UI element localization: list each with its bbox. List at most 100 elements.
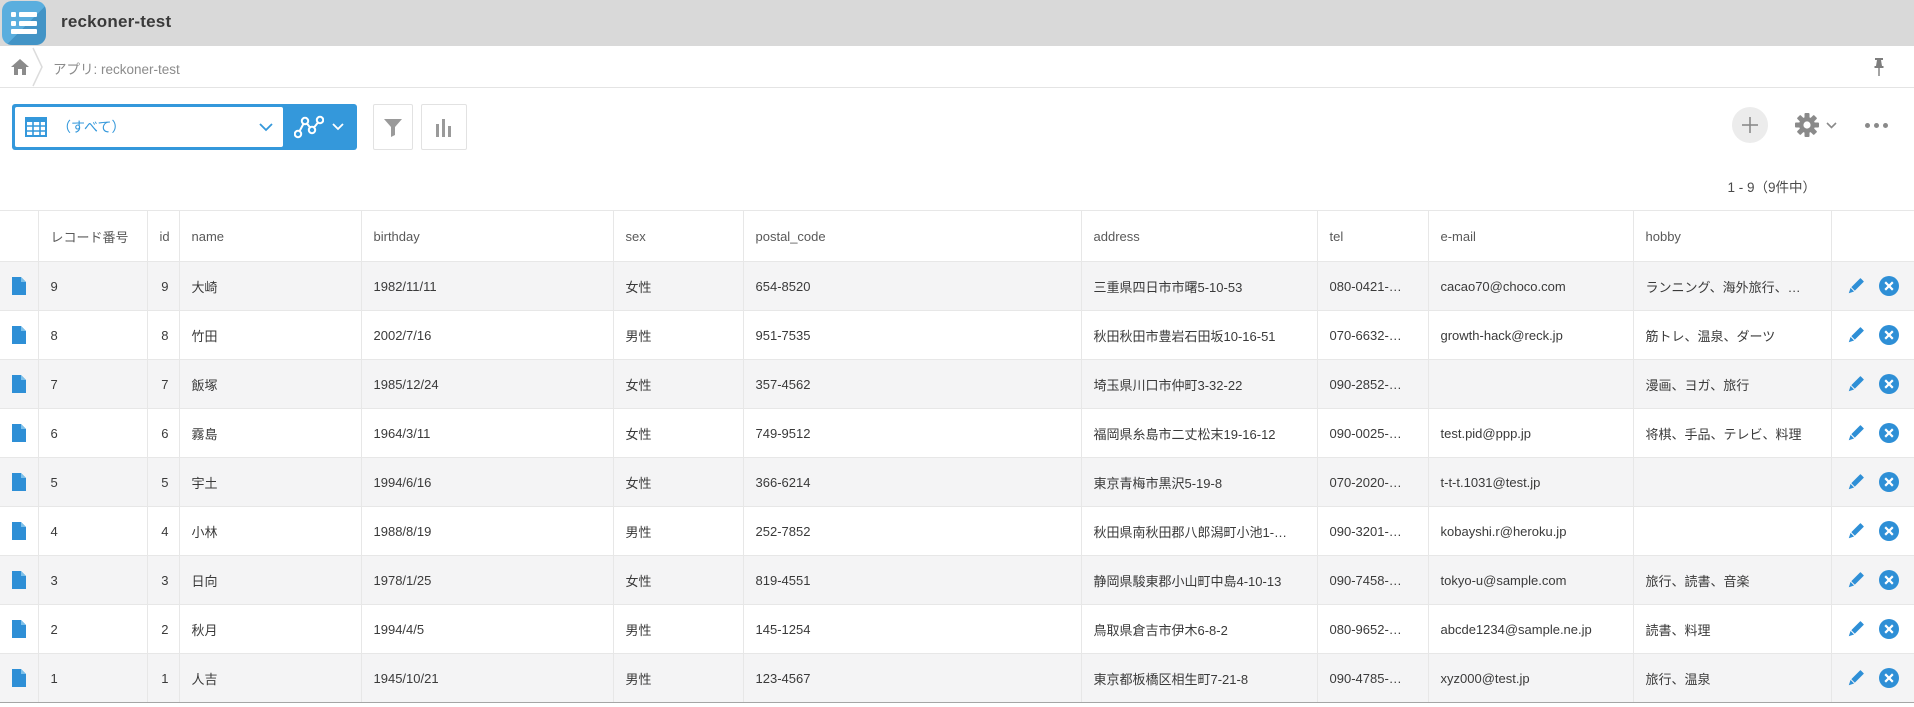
table-row: 1 1 人吉 1945/10/21 男性 123-4567 東京都板橋区相生町7… (0, 654, 1914, 703)
pencil-icon[interactable] (1845, 423, 1866, 444)
cell-address: 鳥取県倉吉市伊木6-8-2 (1081, 605, 1317, 654)
cell-address: 東京都板橋区相生町7-21-8 (1081, 654, 1317, 703)
header-record-no[interactable]: レコード番号 (38, 211, 147, 262)
cell-email: growth-hack@reck.jp (1428, 311, 1633, 360)
cell-tel: 070-2020-… (1317, 458, 1428, 507)
chart-button[interactable] (421, 104, 467, 150)
cell-email: t-t-t.1031@test.jp (1428, 458, 1633, 507)
header-name[interactable]: name (179, 211, 361, 262)
cell-birthday: 1982/11/11 (361, 262, 613, 311)
cell-hobby (1633, 507, 1831, 556)
more-options-button[interactable] (1863, 117, 1890, 134)
cell-actions (1831, 654, 1914, 703)
view-selected-label: （すべて） (57, 117, 249, 137)
cell-actions (1831, 360, 1914, 409)
pencil-icon[interactable] (1845, 619, 1866, 640)
settings-button[interactable] (1794, 112, 1837, 138)
circle-x-icon[interactable] (1878, 373, 1900, 395)
cell-postal-code: 123-4567 (743, 654, 1081, 703)
document-icon[interactable] (11, 325, 27, 345)
record-icon-cell (0, 262, 38, 311)
pencil-icon[interactable] (1845, 472, 1866, 493)
cell-id: 8 (147, 311, 179, 360)
app-icon[interactable] (2, 1, 46, 45)
cell-actions (1831, 409, 1914, 458)
app-title: reckoner-test (61, 12, 171, 32)
view-selector[interactable]: （すべて） (15, 107, 283, 147)
add-record-button[interactable] (1732, 107, 1768, 143)
breadcrumb-chevron-icon (30, 46, 46, 88)
circle-x-icon[interactable] (1878, 618, 1900, 640)
cell-record-no: 5 (38, 458, 147, 507)
home-icon[interactable] (9, 56, 31, 78)
table-row: 7 7 飯塚 1985/12/24 女性 357-4562 埼玉県川口市仲町3-… (0, 360, 1914, 409)
graph-view-button[interactable] (283, 107, 354, 147)
cell-sex: 男性 (613, 605, 743, 654)
funnel-icon (382, 116, 404, 138)
cell-id: 4 (147, 507, 179, 556)
cell-postal-code: 819-4551 (743, 556, 1081, 605)
cell-record-no: 9 (38, 262, 147, 311)
breadcrumb-bar: アプリ: reckoner-test (0, 46, 1914, 88)
document-icon[interactable] (11, 374, 27, 394)
circle-x-icon[interactable] (1878, 324, 1900, 346)
header-email[interactable]: e-mail (1428, 211, 1633, 262)
circle-x-icon[interactable] (1878, 667, 1900, 689)
record-icon-cell (0, 458, 38, 507)
record-icon-cell (0, 409, 38, 458)
cell-id: 2 (147, 605, 179, 654)
chevron-down-icon (1826, 122, 1837, 129)
header-tel[interactable]: tel (1317, 211, 1428, 262)
cell-id: 1 (147, 654, 179, 703)
header-icon-column (0, 211, 38, 262)
circle-x-icon[interactable] (1878, 422, 1900, 444)
document-icon[interactable] (11, 276, 27, 296)
cell-id: 7 (147, 360, 179, 409)
cell-sex: 男性 (613, 311, 743, 360)
cell-tel: 090-7458-… (1317, 556, 1428, 605)
circle-x-icon[interactable] (1878, 569, 1900, 591)
cell-address: 秋田県南秋田郡八郎潟町小池1-… (1081, 507, 1317, 556)
cell-record-no: 8 (38, 311, 147, 360)
node-graph-icon (294, 115, 324, 139)
document-icon[interactable] (11, 668, 27, 688)
pencil-icon[interactable] (1845, 276, 1866, 297)
record-count: 1 - 9（9件中） (1727, 176, 1816, 196)
gear-icon (1794, 112, 1820, 138)
filter-button[interactable] (373, 104, 413, 150)
header-birthday[interactable]: birthday (361, 211, 613, 262)
document-icon[interactable] (11, 521, 27, 541)
document-icon[interactable] (11, 423, 27, 443)
pencil-icon[interactable] (1845, 570, 1866, 591)
cell-address: 東京青梅市黒沢5-19-8 (1081, 458, 1317, 507)
header-sex[interactable]: sex (613, 211, 743, 262)
header-address[interactable]: address (1081, 211, 1317, 262)
pencil-icon[interactable] (1845, 521, 1866, 542)
cell-birthday: 1978/1/25 (361, 556, 613, 605)
pencil-icon[interactable] (1845, 374, 1866, 395)
pencil-icon[interactable] (1845, 325, 1866, 346)
document-icon[interactable] (11, 570, 27, 590)
cell-record-no: 6 (38, 409, 147, 458)
pin-icon[interactable] (1872, 57, 1886, 77)
record-icon-cell (0, 311, 38, 360)
cell-postal-code: 145-1254 (743, 605, 1081, 654)
header-id[interactable]: id (147, 211, 179, 262)
bar-chart-icon (433, 116, 455, 138)
header-postal-code[interactable]: postal_code (743, 211, 1081, 262)
pencil-icon[interactable] (1845, 668, 1866, 689)
table-row: 3 3 日向 1978/1/25 女性 819-4551 静岡県駿東郡小山町中島… (0, 556, 1914, 605)
cell-actions (1831, 556, 1914, 605)
circle-x-icon[interactable] (1878, 471, 1900, 493)
document-icon[interactable] (11, 619, 27, 639)
cell-name: 大崎 (179, 262, 361, 311)
document-icon[interactable] (11, 472, 27, 492)
cell-birthday: 1964/3/11 (361, 409, 613, 458)
breadcrumb[interactable]: アプリ: reckoner-test (53, 58, 180, 78)
cell-email: test.pid@ppp.jp (1428, 409, 1633, 458)
plus-icon (1741, 116, 1759, 134)
cell-actions (1831, 458, 1914, 507)
header-hobby[interactable]: hobby (1633, 211, 1831, 262)
circle-x-icon[interactable] (1878, 275, 1900, 297)
circle-x-icon[interactable] (1878, 520, 1900, 542)
